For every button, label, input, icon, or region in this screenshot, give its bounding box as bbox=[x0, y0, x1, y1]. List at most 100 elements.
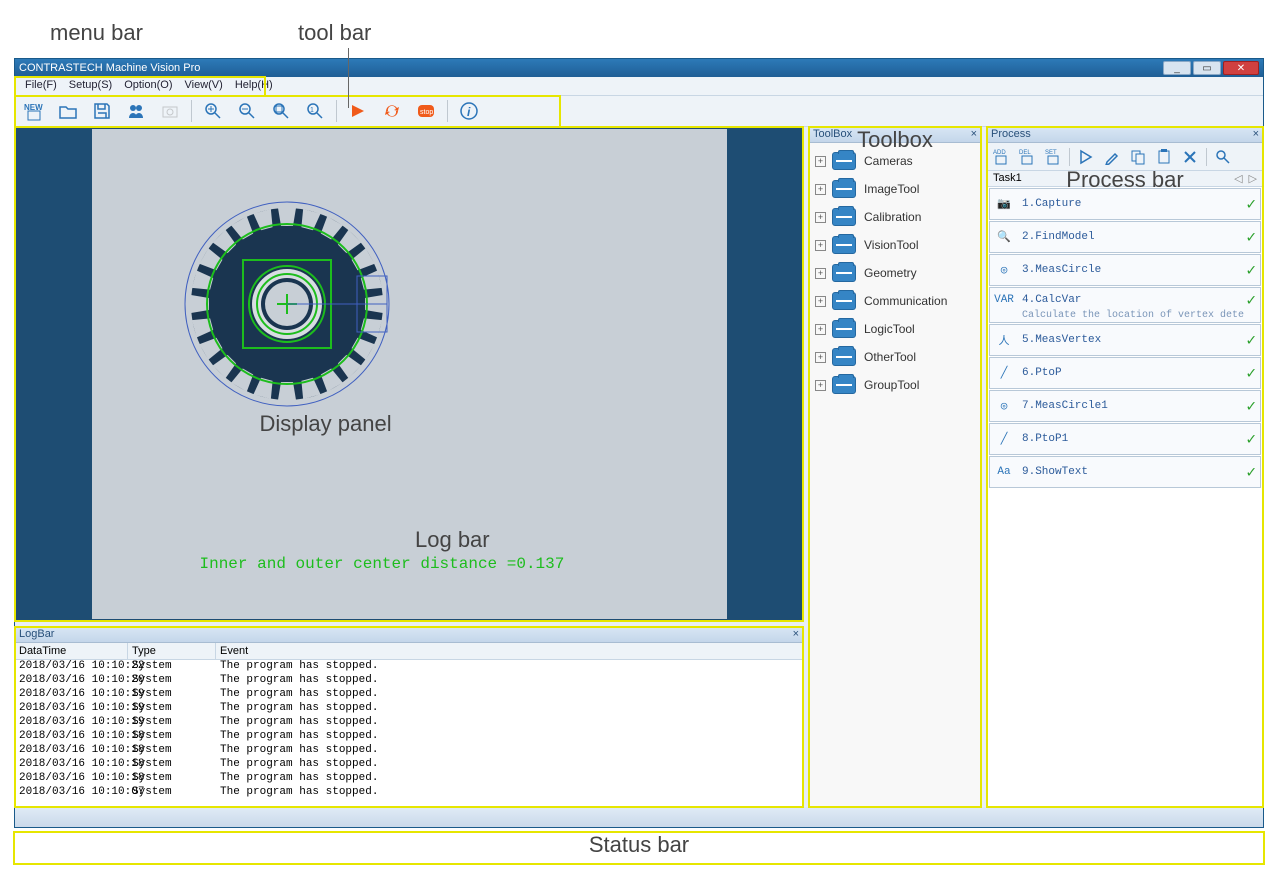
toolbox-item-label: OtherTool bbox=[864, 350, 916, 364]
step-label: 4.CalcVar bbox=[1022, 294, 1081, 306]
logbar-close-icon[interactable]: × bbox=[793, 628, 799, 641]
log-col-type[interactable]: Type bbox=[128, 643, 216, 659]
step-icon: 🔍 bbox=[994, 227, 1014, 247]
check-icon: ✓ bbox=[1246, 429, 1256, 449]
process-step[interactable]: ╱6.PtoP✓ bbox=[989, 357, 1261, 389]
zoom-in-icon[interactable] bbox=[198, 98, 228, 124]
proc-add-icon[interactable]: ADD bbox=[991, 147, 1011, 167]
toolbox-item[interactable]: +Calibration bbox=[811, 203, 979, 231]
proc-del-icon[interactable]: DEL bbox=[1017, 147, 1037, 167]
log-row[interactable]: 2018/03/16 10:10:20SystemThe program has… bbox=[15, 674, 803, 688]
expand-icon[interactable]: + bbox=[815, 184, 826, 195]
toolbox-item[interactable]: +GroupTool bbox=[811, 371, 979, 399]
menu-option[interactable]: Option(O) bbox=[118, 77, 178, 95]
log-row[interactable]: 2018/03/16 10:10:18SystemThe program has… bbox=[15, 758, 803, 772]
expand-icon[interactable]: + bbox=[815, 268, 826, 279]
svg-text:1: 1 bbox=[310, 107, 314, 114]
content-area: Inner and outer center distance =0.137 D… bbox=[15, 127, 1263, 807]
info-icon[interactable]: i bbox=[454, 98, 484, 124]
toolbox-item[interactable]: +Communication bbox=[811, 287, 979, 315]
expand-icon[interactable]: + bbox=[815, 296, 826, 307]
app-window: CONTRASTECH Machine Vision Pro _ ▭ ✕ Fil… bbox=[14, 58, 1264, 828]
annotation-toolbar: tool bar bbox=[298, 20, 371, 46]
process-step[interactable]: VAR4.CalcVar✓Calculate the location of v… bbox=[989, 287, 1261, 323]
proc-paste-icon[interactable] bbox=[1154, 147, 1174, 167]
annotation-toolbox: Toolbox bbox=[857, 127, 933, 153]
toolbox-tree: +Cameras+ImageTool+Calibration+VisionToo… bbox=[809, 143, 981, 807]
user-icon[interactable] bbox=[121, 98, 151, 124]
left-column: Inner and outer center distance =0.137 D… bbox=[15, 127, 803, 807]
svg-text:DEL: DEL bbox=[1019, 150, 1031, 156]
save-icon[interactable] bbox=[87, 98, 117, 124]
zoom-actual-icon[interactable]: 1 bbox=[300, 98, 330, 124]
step-label: 3.MeasCircle bbox=[1022, 264, 1101, 276]
proc-edit-icon[interactable] bbox=[1102, 147, 1122, 167]
toolbox-close-icon[interactable]: × bbox=[971, 128, 977, 141]
proc-copy-icon[interactable] bbox=[1128, 147, 1148, 167]
process-step[interactable]: ╱8.PtoP1✓ bbox=[989, 423, 1261, 455]
display-panel[interactable]: Inner and outer center distance =0.137 D… bbox=[15, 127, 803, 621]
process-step[interactable]: ◎7.MeasCircle1✓ bbox=[989, 390, 1261, 422]
log-row[interactable]: 2018/03/16 10:10:18SystemThe program has… bbox=[15, 730, 803, 744]
folder-icon bbox=[832, 348, 856, 366]
toolbox-item[interactable]: +Geometry bbox=[811, 259, 979, 287]
menu-help[interactable]: Help(H) bbox=[229, 77, 279, 95]
expand-icon[interactable]: + bbox=[815, 324, 826, 335]
log-row[interactable]: 2018/03/16 10:10:18SystemThe program has… bbox=[15, 772, 803, 786]
stop-icon[interactable]: stop bbox=[411, 98, 441, 124]
proc-play-icon[interactable] bbox=[1076, 147, 1096, 167]
process-tab-task1[interactable]: Task1 bbox=[993, 172, 1022, 185]
annotation-logbar: Log bar bbox=[415, 527, 490, 553]
new-icon[interactable]: NEW bbox=[19, 98, 49, 124]
log-col-datetime[interactable]: DataTime bbox=[15, 643, 128, 659]
display-result-text: Inner and outer center distance =0.137 bbox=[200, 555, 565, 573]
proc-find-icon[interactable] bbox=[1213, 147, 1233, 167]
menu-setup[interactable]: Setup(S) bbox=[63, 77, 118, 95]
toolbox-item-label: VisionTool bbox=[864, 238, 918, 252]
expand-icon[interactable]: + bbox=[815, 156, 826, 167]
expand-icon[interactable]: + bbox=[815, 380, 826, 391]
zoom-fit-icon[interactable] bbox=[266, 98, 296, 124]
log-col-event[interactable]: Event bbox=[216, 643, 803, 659]
expand-icon[interactable]: + bbox=[815, 352, 826, 363]
toolbox-item[interactable]: + OtherTool bbox=[811, 343, 979, 371]
expand-icon[interactable]: + bbox=[815, 212, 826, 223]
folder-icon bbox=[832, 320, 856, 338]
toolbox-item[interactable]: +LogicTool bbox=[811, 315, 979, 343]
process-step[interactable]: 🔍 2.FindModel ✓ bbox=[989, 221, 1261, 253]
svg-text:ADD: ADD bbox=[993, 150, 1006, 156]
maximize-button[interactable]: ▭ bbox=[1193, 61, 1221, 75]
camera-icon[interactable] bbox=[155, 98, 185, 124]
log-row[interactable]: 2018/03/16 10:10:18SystemThe program has… bbox=[15, 744, 803, 758]
step-label: 6.PtoP bbox=[1022, 367, 1062, 379]
toolbox-panel: ToolBox × +Cameras+ImageTool+Calibration… bbox=[809, 127, 981, 807]
check-icon: ✓ bbox=[1246, 227, 1256, 247]
step-icon: ╱ bbox=[994, 429, 1014, 449]
open-icon[interactable] bbox=[53, 98, 83, 124]
menu-file[interactable]: File(F) bbox=[19, 77, 63, 95]
log-row[interactable]: 2018/03/16 10:10:19SystemThe program has… bbox=[15, 688, 803, 702]
log-row[interactable]: 2018/03/16 10:10:19SystemThe program has… bbox=[15, 716, 803, 730]
process-step[interactable]: ◎3.MeasCircle✓ bbox=[989, 254, 1261, 286]
expand-icon[interactable]: + bbox=[815, 240, 826, 251]
tab-prev-icon[interactable]: ◁ bbox=[1234, 172, 1242, 185]
loop-icon[interactable] bbox=[377, 98, 407, 124]
svg-text:stop: stop bbox=[420, 109, 433, 116]
tab-next-icon[interactable]: ▷ bbox=[1249, 172, 1257, 185]
close-button[interactable]: ✕ bbox=[1223, 61, 1259, 75]
toolbox-item[interactable]: +ImageTool bbox=[811, 175, 979, 203]
proc-set-icon[interactable]: SET bbox=[1043, 147, 1063, 167]
log-row[interactable]: 2018/03/16 10:10:22SystemThe program has… bbox=[15, 660, 803, 674]
menu-view[interactable]: View(V) bbox=[179, 77, 229, 95]
log-row[interactable]: 2018/03/16 10:10:07SystemThe program has… bbox=[15, 786, 803, 800]
annotation-statusbar: Status bar bbox=[589, 832, 689, 858]
proc-delete-icon[interactable] bbox=[1180, 147, 1200, 167]
process-step[interactable]: 人5.MeasVertex✓ bbox=[989, 324, 1261, 356]
process-step[interactable]: Aa9.ShowText✓ bbox=[989, 456, 1261, 488]
minimize-button[interactable]: _ bbox=[1163, 61, 1191, 75]
zoom-out-icon[interactable] bbox=[232, 98, 262, 124]
process-close-icon[interactable]: × bbox=[1253, 128, 1259, 141]
toolbox-item[interactable]: + VisionTool bbox=[811, 231, 979, 259]
step-label: 2.FindModel bbox=[1022, 231, 1095, 243]
log-row[interactable]: 2018/03/16 10:10:19SystemThe program has… bbox=[15, 702, 803, 716]
